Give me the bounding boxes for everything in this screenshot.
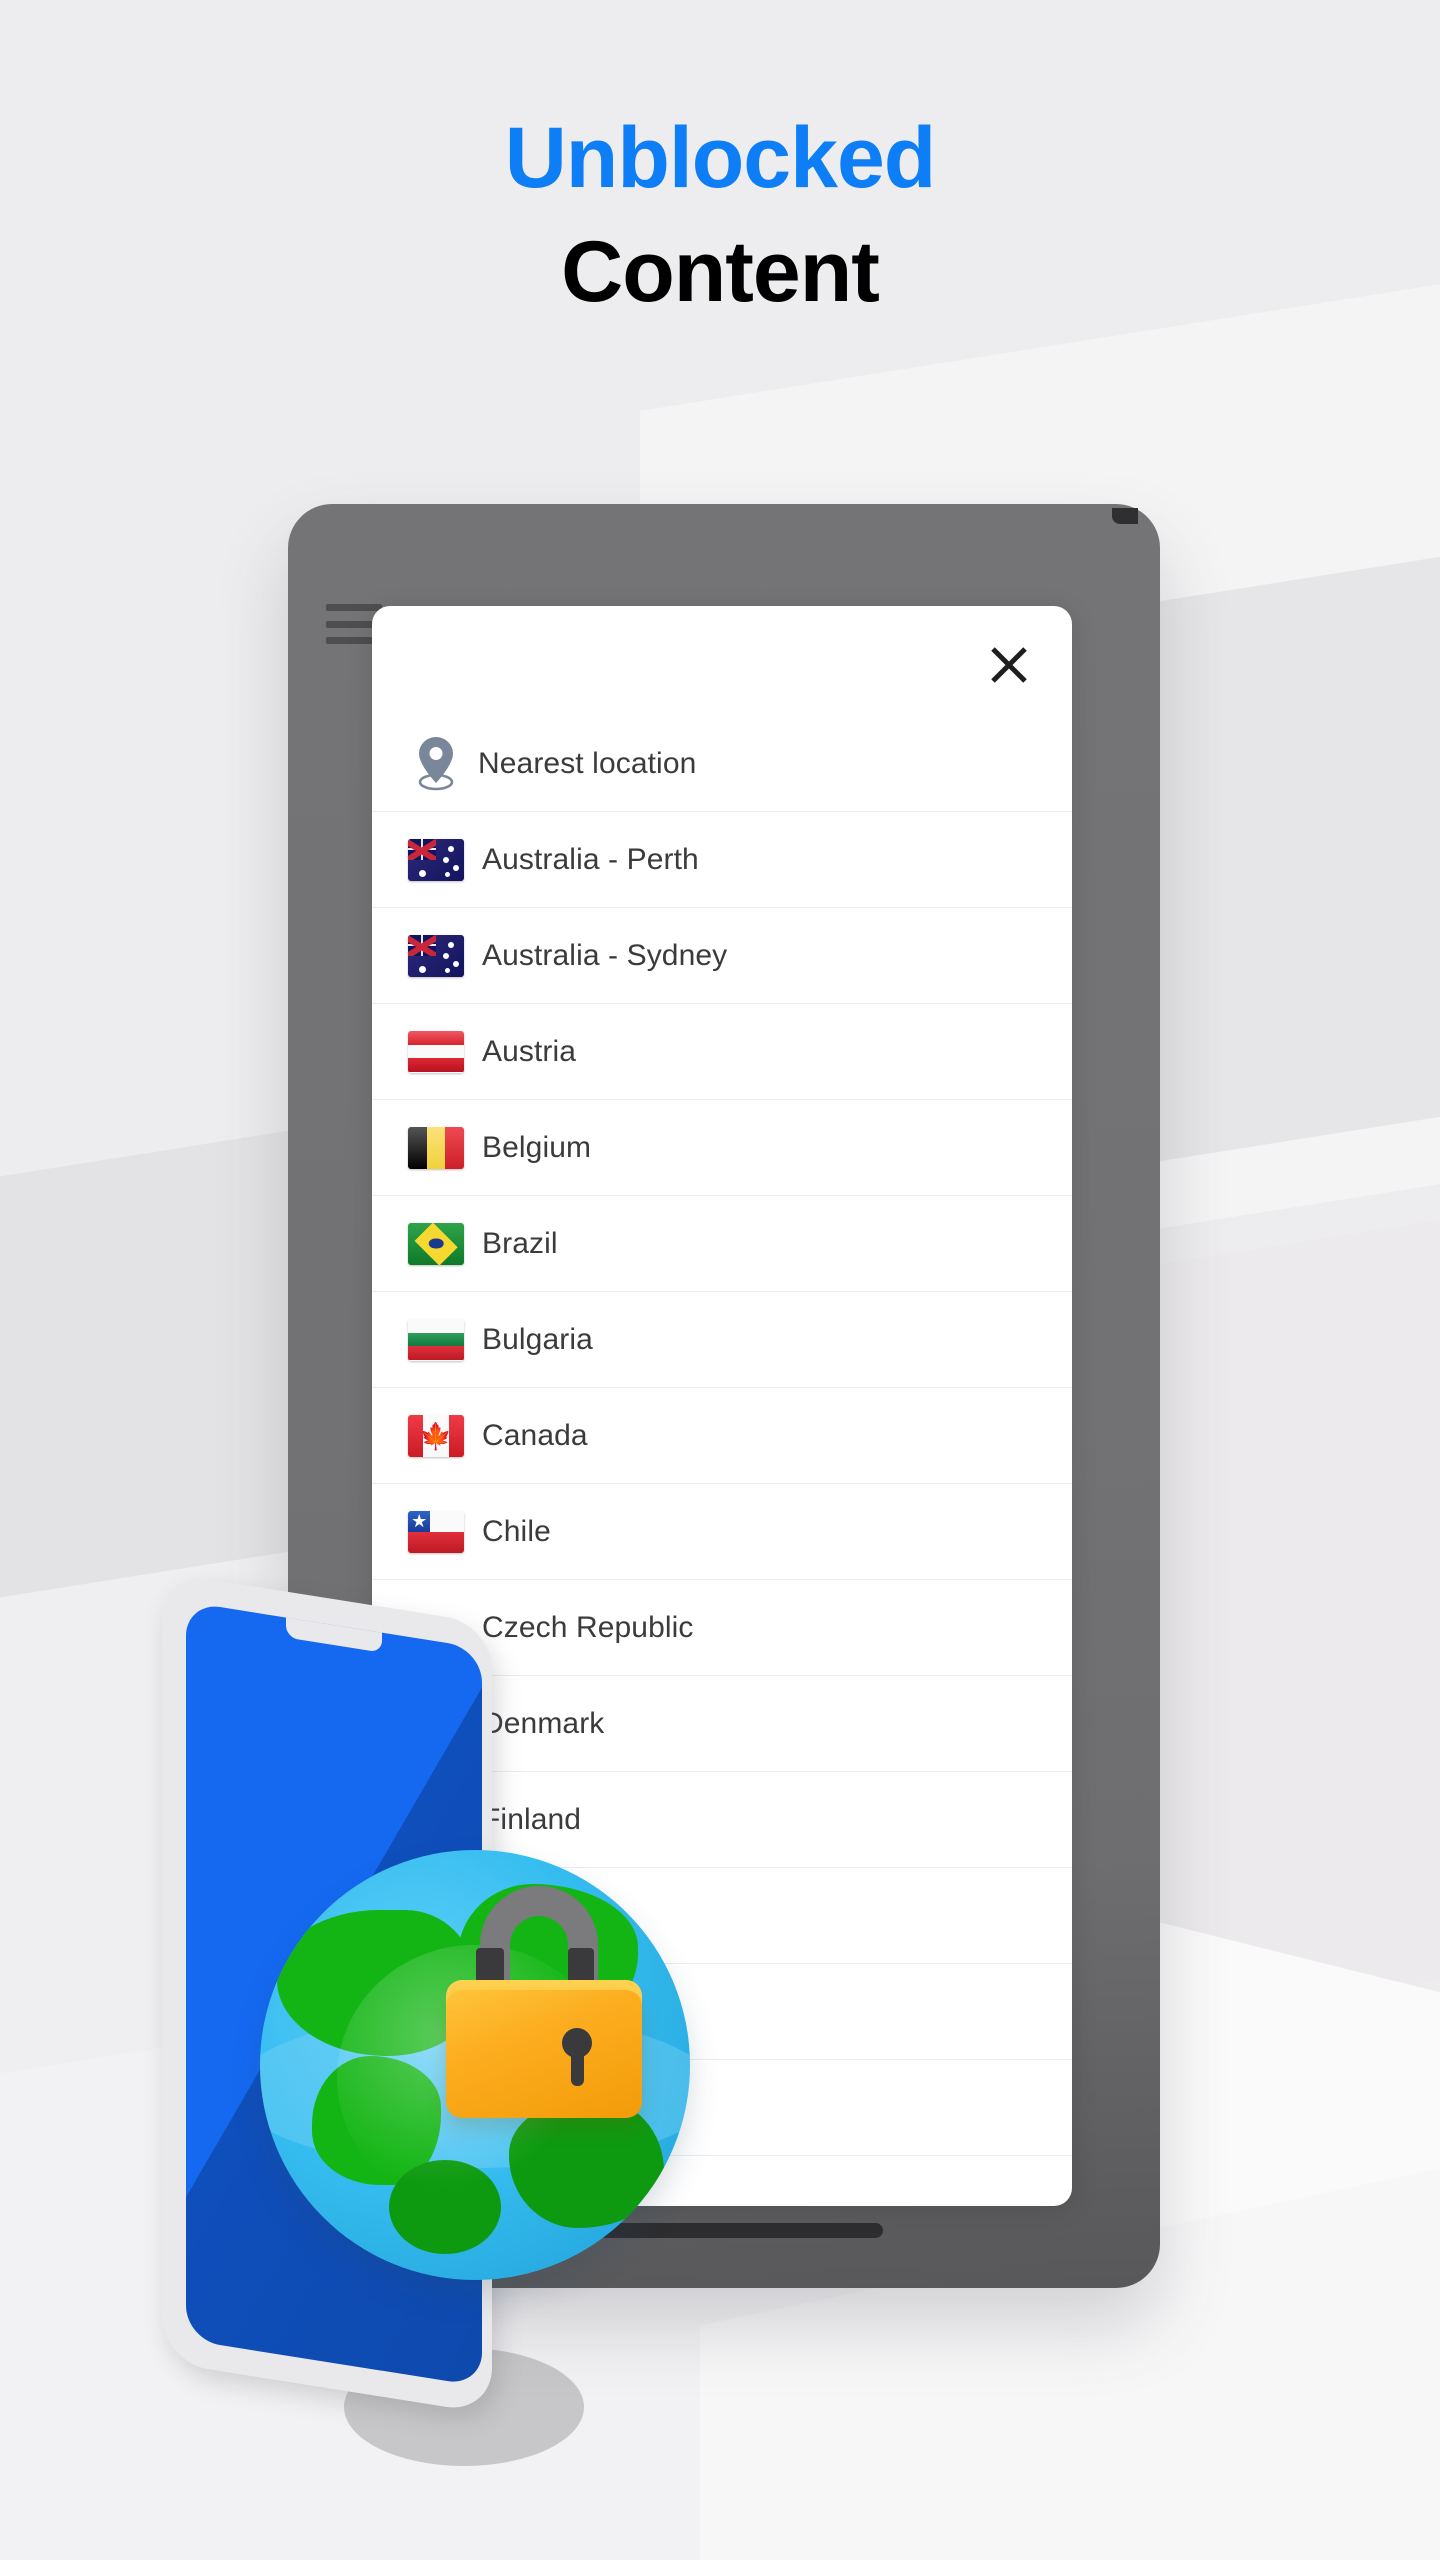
list-item-label: Chile xyxy=(482,1514,551,1548)
list-item[interactable]: Australia - Perth xyxy=(372,812,1072,908)
page-title: Unblocked Content xyxy=(0,115,1440,315)
flag-icon-cl: ★ xyxy=(408,1510,464,1553)
flag-icon-au xyxy=(408,934,464,977)
location-pin-icon xyxy=(408,733,464,795)
list-item-label: Belgium xyxy=(482,1130,592,1164)
list-item-label: Australia - Perth xyxy=(482,842,699,876)
illustration-phone-notch xyxy=(286,1617,382,1653)
flag-icon-be xyxy=(408,1126,464,1169)
list-item-label: Australia - Sydney xyxy=(482,938,728,972)
list-item[interactable]: Nearest location xyxy=(372,716,1072,812)
dialog-header xyxy=(372,606,1072,716)
flag-icon-at xyxy=(408,1030,464,1073)
list-item-label: Canada xyxy=(482,1418,588,1452)
flag-icon-au xyxy=(408,838,464,881)
list-item-label: Nearest location xyxy=(478,746,697,780)
padlock-icon xyxy=(440,1886,650,2118)
headline-line-2: Content xyxy=(561,224,880,320)
list-item[interactable]: 🍁 Canada xyxy=(372,1388,1072,1484)
flag-icon-br xyxy=(408,1222,464,1265)
list-item-label: Brazil xyxy=(482,1226,558,1260)
list-item[interactable]: Bulgaria xyxy=(372,1292,1072,1388)
list-item[interactable]: ★ Chile xyxy=(372,1484,1072,1580)
background-band xyxy=(1120,512,1440,1168)
close-icon[interactable] xyxy=(986,642,1032,688)
flag-icon-ca: 🍁 xyxy=(408,1414,464,1457)
list-item[interactable]: Brazil xyxy=(372,1196,1072,1292)
list-item[interactable]: Australia - Sydney xyxy=(372,908,1072,1004)
vpn-illustration xyxy=(140,1571,760,2450)
flag-icon-bg xyxy=(408,1318,464,1361)
list-item-label: Austria xyxy=(482,1034,577,1068)
list-item-label: Bulgaria xyxy=(482,1322,593,1356)
list-item[interactable]: Austria xyxy=(372,1004,1072,1100)
headline-line-1: Unblocked xyxy=(504,110,937,206)
list-item[interactable]: Belgium xyxy=(372,1100,1072,1196)
phone-camera-notch xyxy=(1112,508,1138,524)
